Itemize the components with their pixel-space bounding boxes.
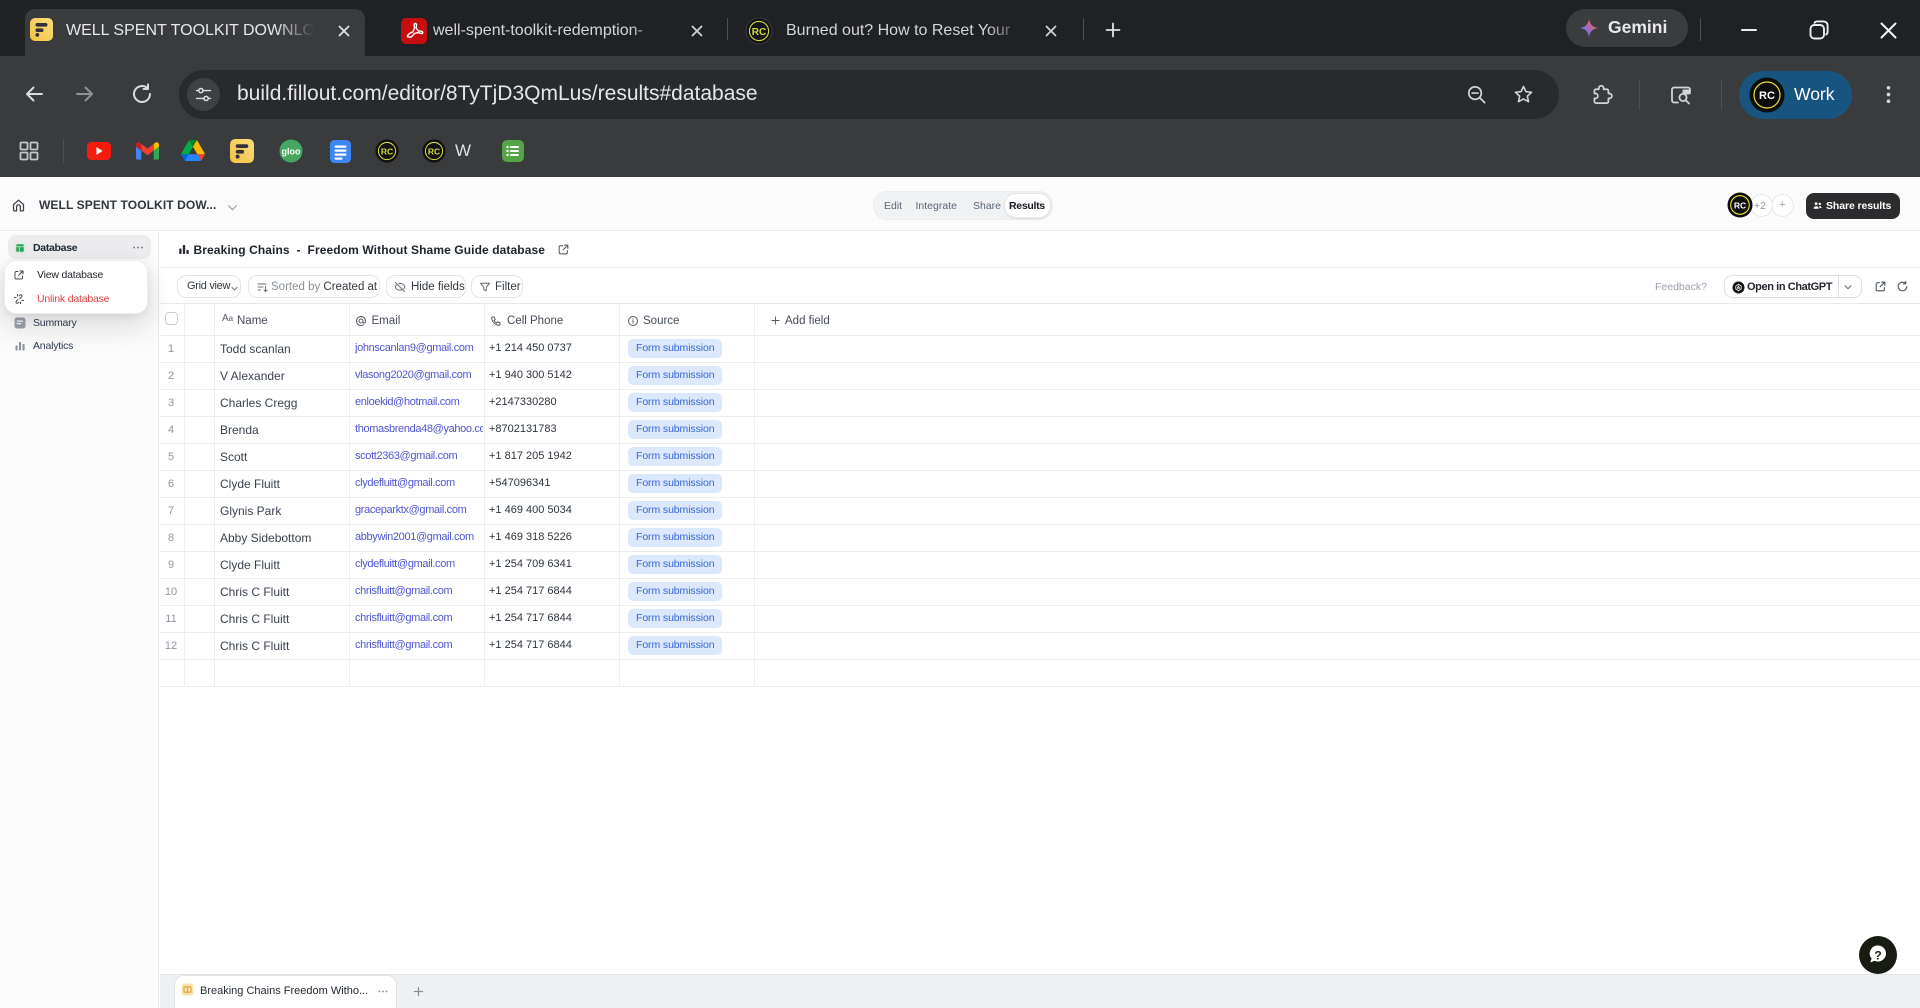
svg-text:RC: RC <box>428 146 440 156</box>
svg-text:RC: RC <box>381 146 393 156</box>
svg-text:RC: RC <box>1759 90 1775 102</box>
svg-text:RC: RC <box>752 27 766 38</box>
svg-text:?: ? <box>1874 949 1881 963</box>
svg-text:gloo: gloo <box>282 147 301 157</box>
svg-text:RC: RC <box>1734 201 1746 211</box>
